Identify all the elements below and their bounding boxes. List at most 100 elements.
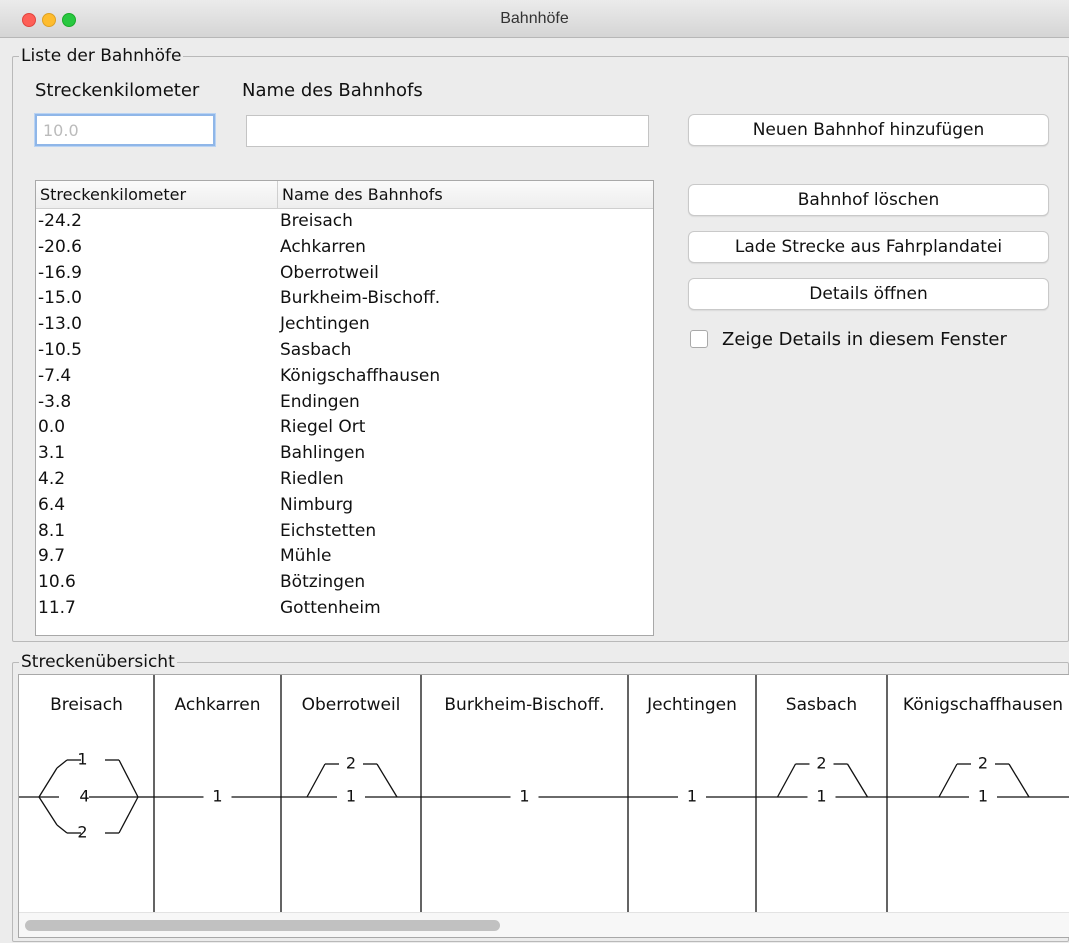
- siding-track-line: [1008, 763, 1030, 798]
- siding-track-line: [118, 796, 139, 834]
- table-row[interactable]: -24.2 Breisach: [36, 209, 653, 235]
- station-name-label: Oberrotweil: [302, 695, 401, 715]
- details-in-window-checkbox[interactable]: [690, 330, 708, 348]
- station-name-cell: Bötzingen: [280, 572, 366, 593]
- delete-station-button[interactable]: Bahnhof löschen: [688, 184, 1049, 216]
- route-diagram: Breisach 4 1 2 Achkarren 1 Oberrotweil 1 2 Burkhe…: [19, 675, 1069, 912]
- station-name-label: Sasbach: [786, 695, 857, 715]
- table-header: Streckenkilometer Name des Bahnhofs: [36, 181, 653, 209]
- station-name-cell: Mühle: [280, 546, 332, 567]
- load-route-button[interactable]: Lade Strecke aus Fahrplandatei: [688, 231, 1049, 263]
- route-overview-legend: Streckenübersicht: [21, 652, 175, 672]
- details-in-window-option[interactable]: Zeige Details in diesem Fenster: [690, 327, 1007, 351]
- table-row[interactable]: -3.8 Endingen: [36, 390, 653, 416]
- km-label: Streckenkilometer: [35, 80, 200, 101]
- siding-track-line: [306, 763, 326, 798]
- column-header-name[interactable]: Name des Bahnhofs: [277, 181, 653, 209]
- scrollbar-thumb[interactable]: [25, 920, 500, 931]
- station-name-label: Jechtingen: [646, 695, 737, 715]
- siding-track-line: [118, 759, 139, 798]
- table-row[interactable]: 0.0 Riegel Ort: [36, 415, 653, 441]
- siding-track-line: [56, 824, 68, 834]
- add-station-button[interactable]: Neuen Bahnhof hinzufügen: [688, 114, 1049, 146]
- km-cell: -3.8: [38, 391, 72, 412]
- km-cell: -24.2: [38, 211, 82, 231]
- siding-track-line: [56, 759, 68, 769]
- station-list-legend: Liste der Bahnhöfe: [21, 46, 182, 66]
- station-name-cell: Burkheim-Bischoff.: [280, 288, 441, 309]
- km-cell: -13.0: [38, 314, 82, 335]
- siding-track-line: [938, 763, 958, 798]
- station-name-label: Königschaffhausen: [903, 695, 1063, 715]
- track-number-label: 1: [212, 787, 222, 806]
- station-name-cell: Eichstetten: [280, 520, 377, 541]
- table-row[interactable]: 9.7 Mühle: [36, 544, 653, 570]
- track-number-label: 2: [978, 754, 988, 773]
- station-name-cell: Breisach: [280, 211, 353, 231]
- station-table[interactable]: Streckenkilometer Name des Bahnhofs -24.…: [35, 180, 654, 636]
- station-name-cell: Riegel Ort: [280, 417, 366, 438]
- station-name-label: Burkheim-Bischoff.: [444, 695, 604, 715]
- table-row[interactable]: -16.9 Oberrotweil: [36, 261, 653, 287]
- table-row[interactable]: -10.5 Sasbach: [36, 338, 653, 364]
- track-number-label: 1: [687, 787, 697, 806]
- table-row[interactable]: 10.6 Bötzingen: [36, 570, 653, 596]
- km-cell: -10.5: [38, 339, 82, 360]
- open-details-button[interactable]: Details öffnen: [688, 278, 1049, 310]
- table-body: -24.2 Breisach -20.6 Achkarren -16.9 Oberrotw…: [36, 209, 653, 622]
- station-name-cell: Gottenheim: [280, 597, 381, 618]
- siding-track-line: [776, 763, 797, 798]
- km-cell: 9.7: [38, 546, 66, 567]
- km-cell: 4.2: [38, 468, 66, 489]
- station-name-input[interactable]: [246, 115, 649, 147]
- station-name-cell: Oberrotweil: [280, 262, 379, 283]
- track-number-label: 1: [519, 787, 529, 806]
- km-cell: -7.4: [38, 365, 72, 386]
- km-cell: 6.4: [38, 494, 66, 515]
- station-name-cell: Nimburg: [280, 494, 354, 515]
- station-name-cell: Bahlingen: [280, 443, 366, 464]
- horizontal-scrollbar[interactable]: [19, 912, 1069, 937]
- siding-track-line: [376, 763, 398, 798]
- track-number-label: 4: [79, 787, 89, 806]
- table-row[interactable]: -7.4 Königschaffhausen: [36, 364, 653, 390]
- table-row[interactable]: -13.0 Jechtingen: [36, 312, 653, 338]
- km-cell: -20.6: [38, 236, 82, 257]
- km-cell: 3.1: [38, 443, 66, 464]
- table-row[interactable]: 6.4 Nimburg: [36, 493, 653, 519]
- table-row[interactable]: 4.2 Riedlen: [36, 467, 653, 493]
- km-cell: 8.1: [38, 520, 66, 541]
- track-number-label: 2: [77, 823, 87, 842]
- station-name-cell: Achkarren: [280, 236, 366, 257]
- track-number-label: 2: [816, 754, 826, 773]
- table-row[interactable]: 8.1 Eichstetten: [36, 519, 653, 545]
- details-in-window-label: Zeige Details in diesem Fenster: [722, 328, 1007, 350]
- table-row[interactable]: 3.1 Bahlingen: [36, 441, 653, 467]
- table-row[interactable]: 11.7 Gottenheim: [36, 596, 653, 622]
- title-bar: Bahnhöfe: [0, 0, 1069, 38]
- window-title: Bahnhöfe: [500, 10, 569, 27]
- table-row[interactable]: -20.6 Achkarren: [36, 235, 653, 261]
- route-overview-panel[interactable]: Breisach 4 1 2 Achkarren 1 Oberrotweil 1 2 Burkhe…: [18, 674, 1069, 938]
- km-input[interactable]: [35, 114, 215, 146]
- station-name-cell: Jechtingen: [280, 314, 370, 335]
- station-name-label: Achkarren: [175, 695, 261, 715]
- track-number-label: 1: [978, 787, 988, 806]
- km-cell: -16.9: [38, 262, 82, 283]
- station-name-cell: Riedlen: [280, 468, 344, 489]
- station-name-cell: Endingen: [280, 391, 360, 412]
- siding-track-line: [846, 763, 869, 798]
- track-number-label: 2: [346, 754, 356, 773]
- km-cell: 11.7: [38, 597, 76, 618]
- column-header-km[interactable]: Streckenkilometer: [38, 181, 277, 209]
- station-name-cell: Königschaffhausen: [280, 365, 441, 386]
- km-cell: 10.6: [38, 572, 76, 593]
- track-number-label: 1: [816, 787, 826, 806]
- station-name-cell: Sasbach: [280, 339, 352, 360]
- name-label: Name des Bahnhofs: [242, 80, 423, 101]
- km-cell: 0.0: [38, 417, 66, 438]
- siding-track-line: [38, 767, 58, 798]
- track-number-label: 1: [346, 787, 356, 806]
- table-row[interactable]: -15.0 Burkheim-Bischoff.: [36, 286, 653, 312]
- track-number-label: 1: [77, 750, 87, 769]
